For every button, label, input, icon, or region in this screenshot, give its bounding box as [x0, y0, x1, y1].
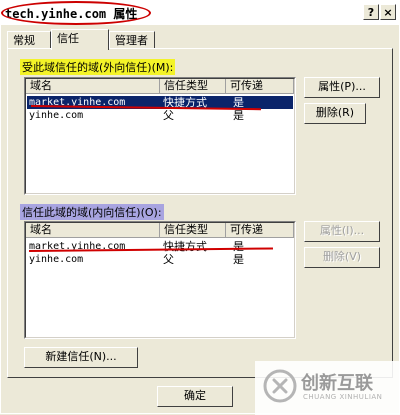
column-header-domain[interactable]: 域名 [26, 79, 160, 94]
trust-type-cell: 父 [163, 253, 174, 266]
trust-type-cell: 快捷方式 [163, 240, 207, 253]
incoming-properties-button[interactable]: 属性(I)... [304, 221, 380, 242]
title-annotation-circle [1, 1, 151, 25]
outgoing-trusts-list[interactable]: 域名 信任类型 可传递 market.yinhe.com 快捷方式 是 yinh… [24, 77, 296, 195]
trusts-panel: 受此域信任的域(外向信任)(M): 域名 信任类型 可传递 market.yin… [7, 48, 393, 378]
column-header-domain[interactable]: 域名 [26, 223, 160, 238]
domain-cell: yinhe.com [29, 254, 84, 265]
outgoing-properties-button[interactable]: 属性(P)... [304, 77, 380, 98]
table-row[interactable]: yinhe.com 父 是 [27, 109, 293, 122]
ok-button[interactable]: 确定 [157, 386, 233, 407]
transitive-cell: 是 [233, 109, 244, 122]
outgoing-trusts-label: 受此域信任的域(外向信任)(M): [20, 59, 176, 75]
column-header-trust-type[interactable]: 信任类型 [160, 223, 226, 238]
tab-general[interactable]: 常规 [7, 31, 51, 49]
tab-trusts[interactable]: 信任 [51, 29, 109, 50]
domain-cell: yinhe.com [29, 110, 84, 121]
brand-logo-icon [263, 369, 297, 403]
properties-dialog: tech.yinhe.com 属性 ? × 常规 信任 管理者 受此域信任的域(… [0, 0, 400, 415]
incoming-trusts-label: 信任此域的域(内向信任)(O): [20, 204, 164, 220]
outgoing-remove-button[interactable]: 删除(R) [304, 103, 366, 124]
new-trust-button[interactable]: 新建信任(N)... [24, 347, 138, 368]
trust-type-cell: 父 [163, 109, 174, 122]
incoming-trusts-list[interactable]: 域名 信任类型 可传递 market.yinhe.com 快捷方式 是 yinh… [24, 221, 296, 339]
transitive-cell: 是 [233, 240, 244, 253]
help-button[interactable]: ? [363, 4, 379, 20]
incoming-remove-button[interactable]: 删除(V) [304, 247, 380, 268]
column-header-trust-type[interactable]: 信任类型 [160, 79, 226, 94]
watermark-subtext: CHUANG XINHULIAN [303, 393, 383, 401]
table-row[interactable]: yinhe.com 父 是 [27, 253, 293, 266]
watermark-text: 创新互联 [301, 373, 373, 394]
column-header-transitive[interactable]: 可传递 [226, 223, 294, 238]
column-header-transitive[interactable]: 可传递 [226, 79, 294, 94]
transitive-cell: 是 [233, 253, 244, 266]
tab-managed-by[interactable]: 管理者 [109, 31, 155, 49]
close-button[interactable]: × [380, 4, 396, 20]
title-bar: tech.yinhe.com 属性 ? × [1, 1, 399, 25]
